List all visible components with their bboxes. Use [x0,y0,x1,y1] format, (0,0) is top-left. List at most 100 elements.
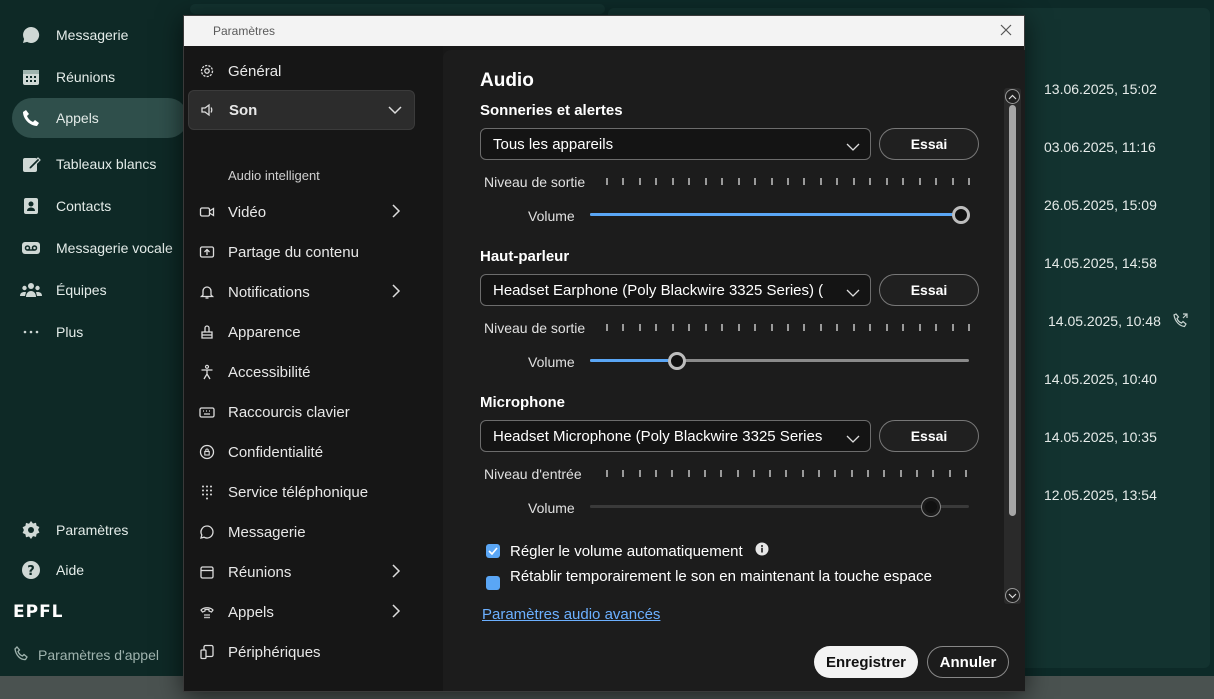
settings-nav-label: Notifications [228,283,310,301]
level-tick [737,324,740,331]
slider-thumb[interactable] [668,352,687,370]
microphone-volume-slider[interactable] [590,498,969,516]
level-tick [869,324,872,331]
level-tick [850,470,853,477]
call-row-time[interactable]: 12.05.2025, 13:54 [1044,487,1157,503]
volume-label: Volume [528,354,575,370]
settings-nav-partage[interactable]: Partage du contenu [188,232,415,272]
section-title-microphone: Microphone [480,394,565,411]
nav-item-reunions[interactable]: Réunions [12,57,188,97]
settings-nav-label: Apparence [228,323,301,341]
phone-settings-icon [14,645,30,665]
settings-nav-peripheriques[interactable]: Périphériques [188,632,415,672]
nav-label: Paramètres [56,522,129,538]
call-row-time[interactable]: 26.05.2025, 15:09 [1044,197,1157,213]
nav-label: Tableaux blancs [56,156,157,172]
settings-nav-label: Raccourcis clavier [228,403,350,421]
settings-nav-general[interactable]: Général [188,51,415,91]
level-tick [902,324,905,331]
nav-item-parametres[interactable]: Paramètres [12,510,188,550]
app-header-strip [190,4,605,14]
level-tick [655,324,658,331]
nav-item-contacts[interactable]: Contacts [12,186,188,226]
level-tick [818,470,821,477]
space-unmute-checkbox[interactable]: Rétablir temporairement le son en mainte… [486,568,932,590]
slider-thumb[interactable] [922,498,941,516]
save-button[interactable]: Enregistrer [814,646,918,678]
info-icon[interactable] [755,542,769,560]
call-row-time[interactable]: 14.05.2025, 10:48 [1048,313,1161,329]
video-camera-icon [199,204,215,220]
level-tick [736,470,739,477]
page-title: Audio [480,70,534,91]
output-level-label: Niveau de sortie [484,320,586,336]
nav-item-equipes[interactable]: Équipes [12,270,188,310]
ringtone-test-button[interactable]: Essai [879,128,979,160]
settings-nav-label: Son [229,101,258,119]
checkbox-checked-icon [486,576,500,590]
speaker-test-button[interactable]: Essai [879,274,979,306]
nav-item-messagerie[interactable]: Messagerie [12,15,188,55]
gear-icon [20,519,42,541]
level-tick [885,178,888,185]
settings-nav-son[interactable]: Son [188,90,415,130]
scroll-down-icon[interactable] [1005,588,1020,603]
level-tick [638,324,641,331]
call-row-time[interactable]: 14.05.2025, 10:35 [1044,429,1157,445]
level-tick [688,178,691,185]
settings-nav-messagerie[interactable]: Messagerie [188,512,415,552]
settings-nav-label: Général [228,62,282,80]
select-value: Headset Earphone (Poly Blackwire 3325 Se… [493,282,824,299]
settings-nav-appels[interactable]: Appels [188,592,415,632]
settings-nav-accessibilite[interactable]: Accessibilité [188,352,415,392]
close-icon[interactable] [998,22,1014,38]
people-icon [20,279,42,301]
nav-label: Messagerie [56,27,129,43]
call-settings-status[interactable]: Paramètres d'appel [0,635,190,675]
slider-thumb[interactable] [952,206,971,224]
level-tick [836,178,839,185]
ringtone-device-select[interactable]: Tous les appareils [480,128,871,160]
nav-item-messagerie-vocale[interactable]: Messagerie vocale [12,228,188,268]
call-back-icon[interactable] [1173,312,1189,333]
checkbox-checked-icon [486,544,500,558]
advanced-audio-link[interactable]: Paramètres audio avancés [482,606,660,623]
checkbox-label: Régler le volume automatiquement [510,542,743,560]
calendar-icon [20,66,42,88]
ringtone-volume-slider[interactable] [590,206,971,224]
microphone-test-button[interactable]: Essai [879,420,979,452]
settings-nav-notifications[interactable]: Notifications [188,272,415,312]
call-row-time[interactable]: 03.06.2025, 11:16 [1044,139,1156,155]
input-level-meter [606,470,967,480]
brand-logo: EPFL [13,602,64,622]
auto-volume-checkbox[interactable]: Régler le volume automatiquement [486,542,769,560]
nav-item-plus[interactable]: Plus [12,312,188,352]
nav-item-tableaux-blancs[interactable]: Tableaux blancs [12,144,188,184]
settings-nav-audio-intelligent[interactable]: Audio intelligent [228,168,320,183]
settings-nav-apparence[interactable]: Apparence [188,312,415,352]
call-row-time[interactable]: 13.06.2025, 15:02 [1044,81,1157,97]
cancel-button[interactable]: Annuler [927,646,1009,678]
settings-nav-service-telephonique[interactable]: Service téléphonique [188,472,415,512]
app-sidebar: Messagerie Réunions Appels Tableaux blan… [0,0,190,699]
scrollbar[interactable] [1004,88,1021,604]
speaker-volume-slider[interactable] [590,352,969,370]
nav-item-appels[interactable]: Appels [12,98,188,138]
scrollbar-thumb[interactable] [1009,105,1016,516]
level-tick [852,324,855,331]
level-tick [703,470,706,477]
scroll-up-icon[interactable] [1005,89,1020,104]
whiteboard-icon [20,153,42,175]
level-tick [834,470,837,477]
microphone-device-select[interactable]: Headset Microphone (Poly Blackwire 3325 … [480,420,871,452]
call-row-time[interactable]: 14.05.2025, 14:58 [1044,255,1157,271]
speaker-device-select[interactable]: Headset Earphone (Poly Blackwire 3325 Se… [480,274,871,306]
settings-nav-confidentialite[interactable]: Confidentialité [188,432,415,472]
nav-item-aide[interactable]: ? Aide [12,550,188,590]
level-tick [754,324,757,331]
call-row-time[interactable]: 14.05.2025, 10:40 [1044,371,1157,387]
settings-nav-reunions[interactable]: Réunions [188,552,415,592]
settings-nav-raccourcis[interactable]: Raccourcis clavier [188,392,415,432]
level-tick [951,324,954,331]
settings-nav-video[interactable]: Vidéo [188,192,415,232]
